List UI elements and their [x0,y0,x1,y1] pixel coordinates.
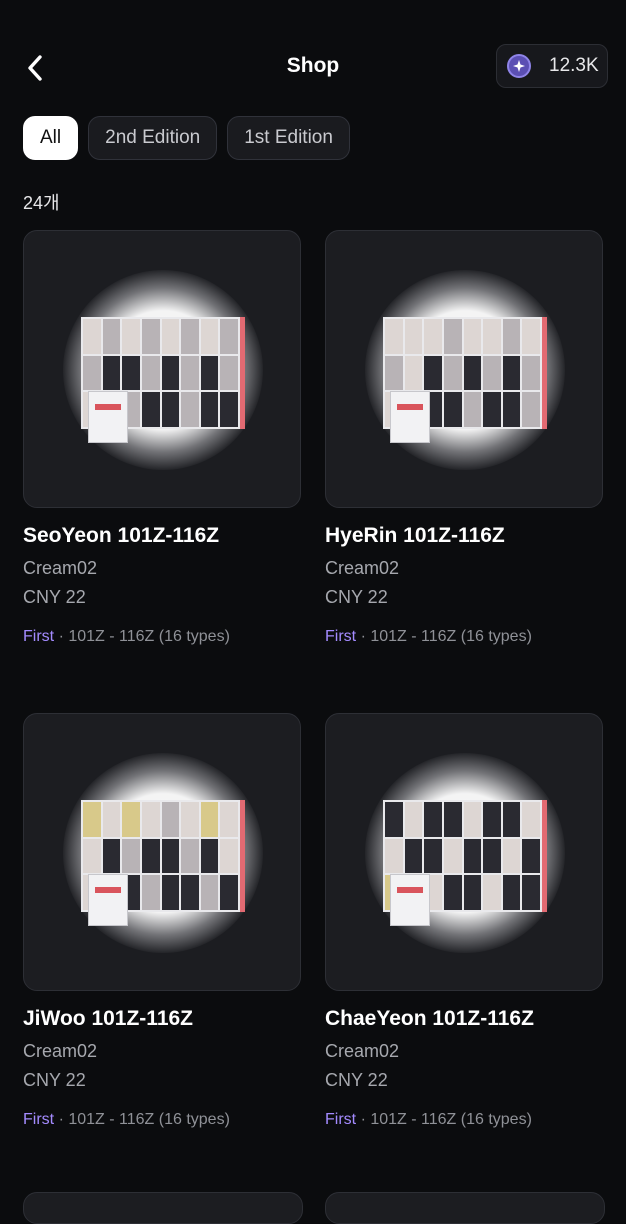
coin-balance: 12.3K [549,55,599,76]
product-image [23,230,301,508]
product-card-partial[interactable] [325,1192,605,1224]
edition-label: First [325,1111,357,1128]
product-image [23,713,301,991]
product-card[interactable]: ChaeYeon 101Z-116Z Cream02 CNY 22 First … [325,713,603,1129]
packet-image [390,874,430,926]
product-image [325,713,603,991]
header: Shop 12.3K [0,40,626,96]
product-price: CNY 22 [325,1070,388,1090]
filter-tabs: All 2nd Edition 1st Edition [23,116,350,160]
filter-all[interactable]: All [23,116,79,160]
product-meta: First · 101Z - 116Z (16 types) [325,1111,532,1128]
product-name: HyeRin 101Z-116Z [325,524,505,547]
product-card[interactable]: SeoYeon 101Z-116Z Cream02 CNY 22 First ·… [23,230,301,646]
coin-balance-button[interactable]: 12.3K [496,44,608,88]
product-card[interactable]: HyeRin 101Z-116Z Cream02 CNY 22 First · … [325,230,603,646]
product-vendor: Cream02 [23,558,98,578]
product-image [325,230,603,508]
edition-label: First [23,1111,55,1128]
edition-label: First [23,628,55,645]
filter-2nd-edition[interactable]: 2nd Edition [88,116,218,160]
product-vendor: Cream02 [23,1041,98,1061]
product-detail: 101Z - 116Z (16 types) [68,628,230,645]
packet-image [390,391,430,443]
product-vendor: Cream02 [325,558,400,578]
item-count: 24개 [23,193,60,213]
product-vendor: Cream02 [325,1041,400,1061]
product-meta: First · 101Z - 116Z (16 types) [325,628,532,645]
product-detail: 101Z - 116Z (16 types) [370,628,532,645]
product-price: CNY 22 [23,587,86,607]
product-price: CNY 22 [23,1070,86,1090]
packet-image [88,874,128,926]
packet-image [88,391,128,443]
sparkle-coin-icon [507,54,531,78]
product-meta: First · 101Z - 116Z (16 types) [23,1111,230,1128]
product-card-partial[interactable] [23,1192,303,1224]
product-detail: 101Z - 116Z (16 types) [68,1111,230,1128]
product-meta: First · 101Z - 116Z (16 types) [23,628,230,645]
product-name: JiWoo 101Z-116Z [23,1007,194,1030]
product-card[interactable]: JiWoo 101Z-116Z Cream02 CNY 22 First · 1… [23,713,301,1129]
product-name: ChaeYeon 101Z-116Z [325,1007,534,1030]
edition-label: First [325,628,357,645]
product-detail: 101Z - 116Z (16 types) [370,1111,532,1128]
product-price: CNY 22 [325,587,388,607]
product-name: SeoYeon 101Z-116Z [23,524,220,547]
filter-1st-edition[interactable]: 1st Edition [227,116,350,160]
